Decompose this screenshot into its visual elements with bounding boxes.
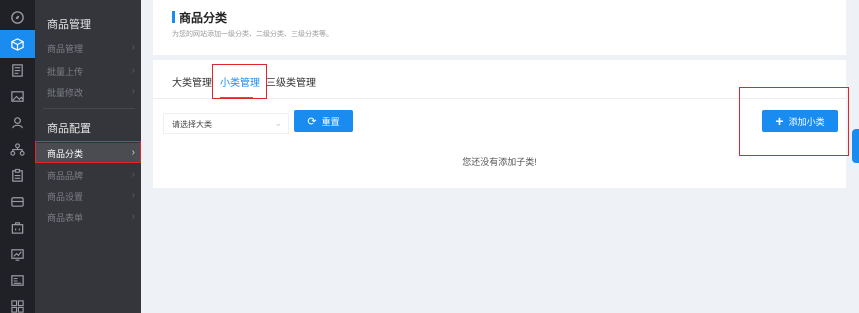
page-title: 商品分类 <box>179 11 228 25</box>
chevron-right-icon: › <box>131 65 135 76</box>
toolbox-icon[interactable] <box>0 213 35 241</box>
refresh-icon: ⟳ <box>307 115 317 128</box>
page-header: 商品分类 为您的网站添加一级分类、二级分类、三级分类等。 <box>153 0 846 55</box>
page-subtitle: 为您的网站添加一级分类、二级分类、三级分类等。 <box>172 31 333 38</box>
wallet-icon[interactable] <box>0 187 35 215</box>
document-icon[interactable] <box>0 56 35 84</box>
select-value: 请选择大类 <box>172 120 212 129</box>
submenu-group-title: 商品管理 <box>47 19 91 31</box>
cube-icon[interactable] <box>0 30 35 58</box>
chevron-right-icon: › <box>131 211 135 222</box>
chevron-right-icon: › <box>131 190 135 201</box>
submenu-item-product-manage[interactable]: 商品管理 › <box>35 38 141 58</box>
chevron-right-icon: › <box>131 86 135 97</box>
submenu-item-form[interactable]: 商品表单 › <box>35 207 141 227</box>
id-card-icon[interactable] <box>0 266 35 294</box>
submenu-item-brand[interactable]: 商品品牌 › <box>35 165 141 185</box>
chevron-right-icon: › <box>131 42 135 53</box>
clipboard-icon[interactable] <box>0 161 35 189</box>
icon-rail <box>0 0 35 313</box>
chevron-right-icon: › <box>131 169 135 180</box>
highlight-box-add-button <box>739 87 849 156</box>
chevron-down-icon: ⌄ <box>274 118 282 128</box>
submenu-divider <box>43 108 135 109</box>
chart-monitor-icon[interactable] <box>0 240 35 268</box>
tab-third-category[interactable]: 三级类管理 <box>266 74 316 89</box>
tab-major-category[interactable]: 大类管理 <box>172 74 212 89</box>
title-accent-bar <box>172 11 175 23</box>
org-chart-icon[interactable] <box>0 135 35 163</box>
highlight-box-tab <box>212 64 267 99</box>
submenu-item-settings[interactable]: 商品设置 › <box>35 186 141 206</box>
empty-state-message: 您还没有添加子类! <box>462 157 537 167</box>
image-icon[interactable] <box>0 82 35 110</box>
grid-icon[interactable] <box>0 292 35 313</box>
side-float-tab[interactable] <box>852 129 859 163</box>
major-category-select[interactable]: 请选择大类 ⌄ <box>163 113 289 134</box>
submenu-item-bulk-edit[interactable]: 批量修改 › <box>35 82 141 102</box>
reset-button[interactable]: ⟳ 重置 <box>294 110 353 132</box>
submenu-group-title: 商品配置 <box>47 123 91 135</box>
highlight-box-category <box>35 141 141 163</box>
user-icon[interactable] <box>0 108 35 136</box>
reset-button-label: 重置 <box>321 116 340 127</box>
submenu-item-bulk-upload[interactable]: 批量上传 › <box>35 61 141 81</box>
compass-icon[interactable] <box>0 3 35 31</box>
